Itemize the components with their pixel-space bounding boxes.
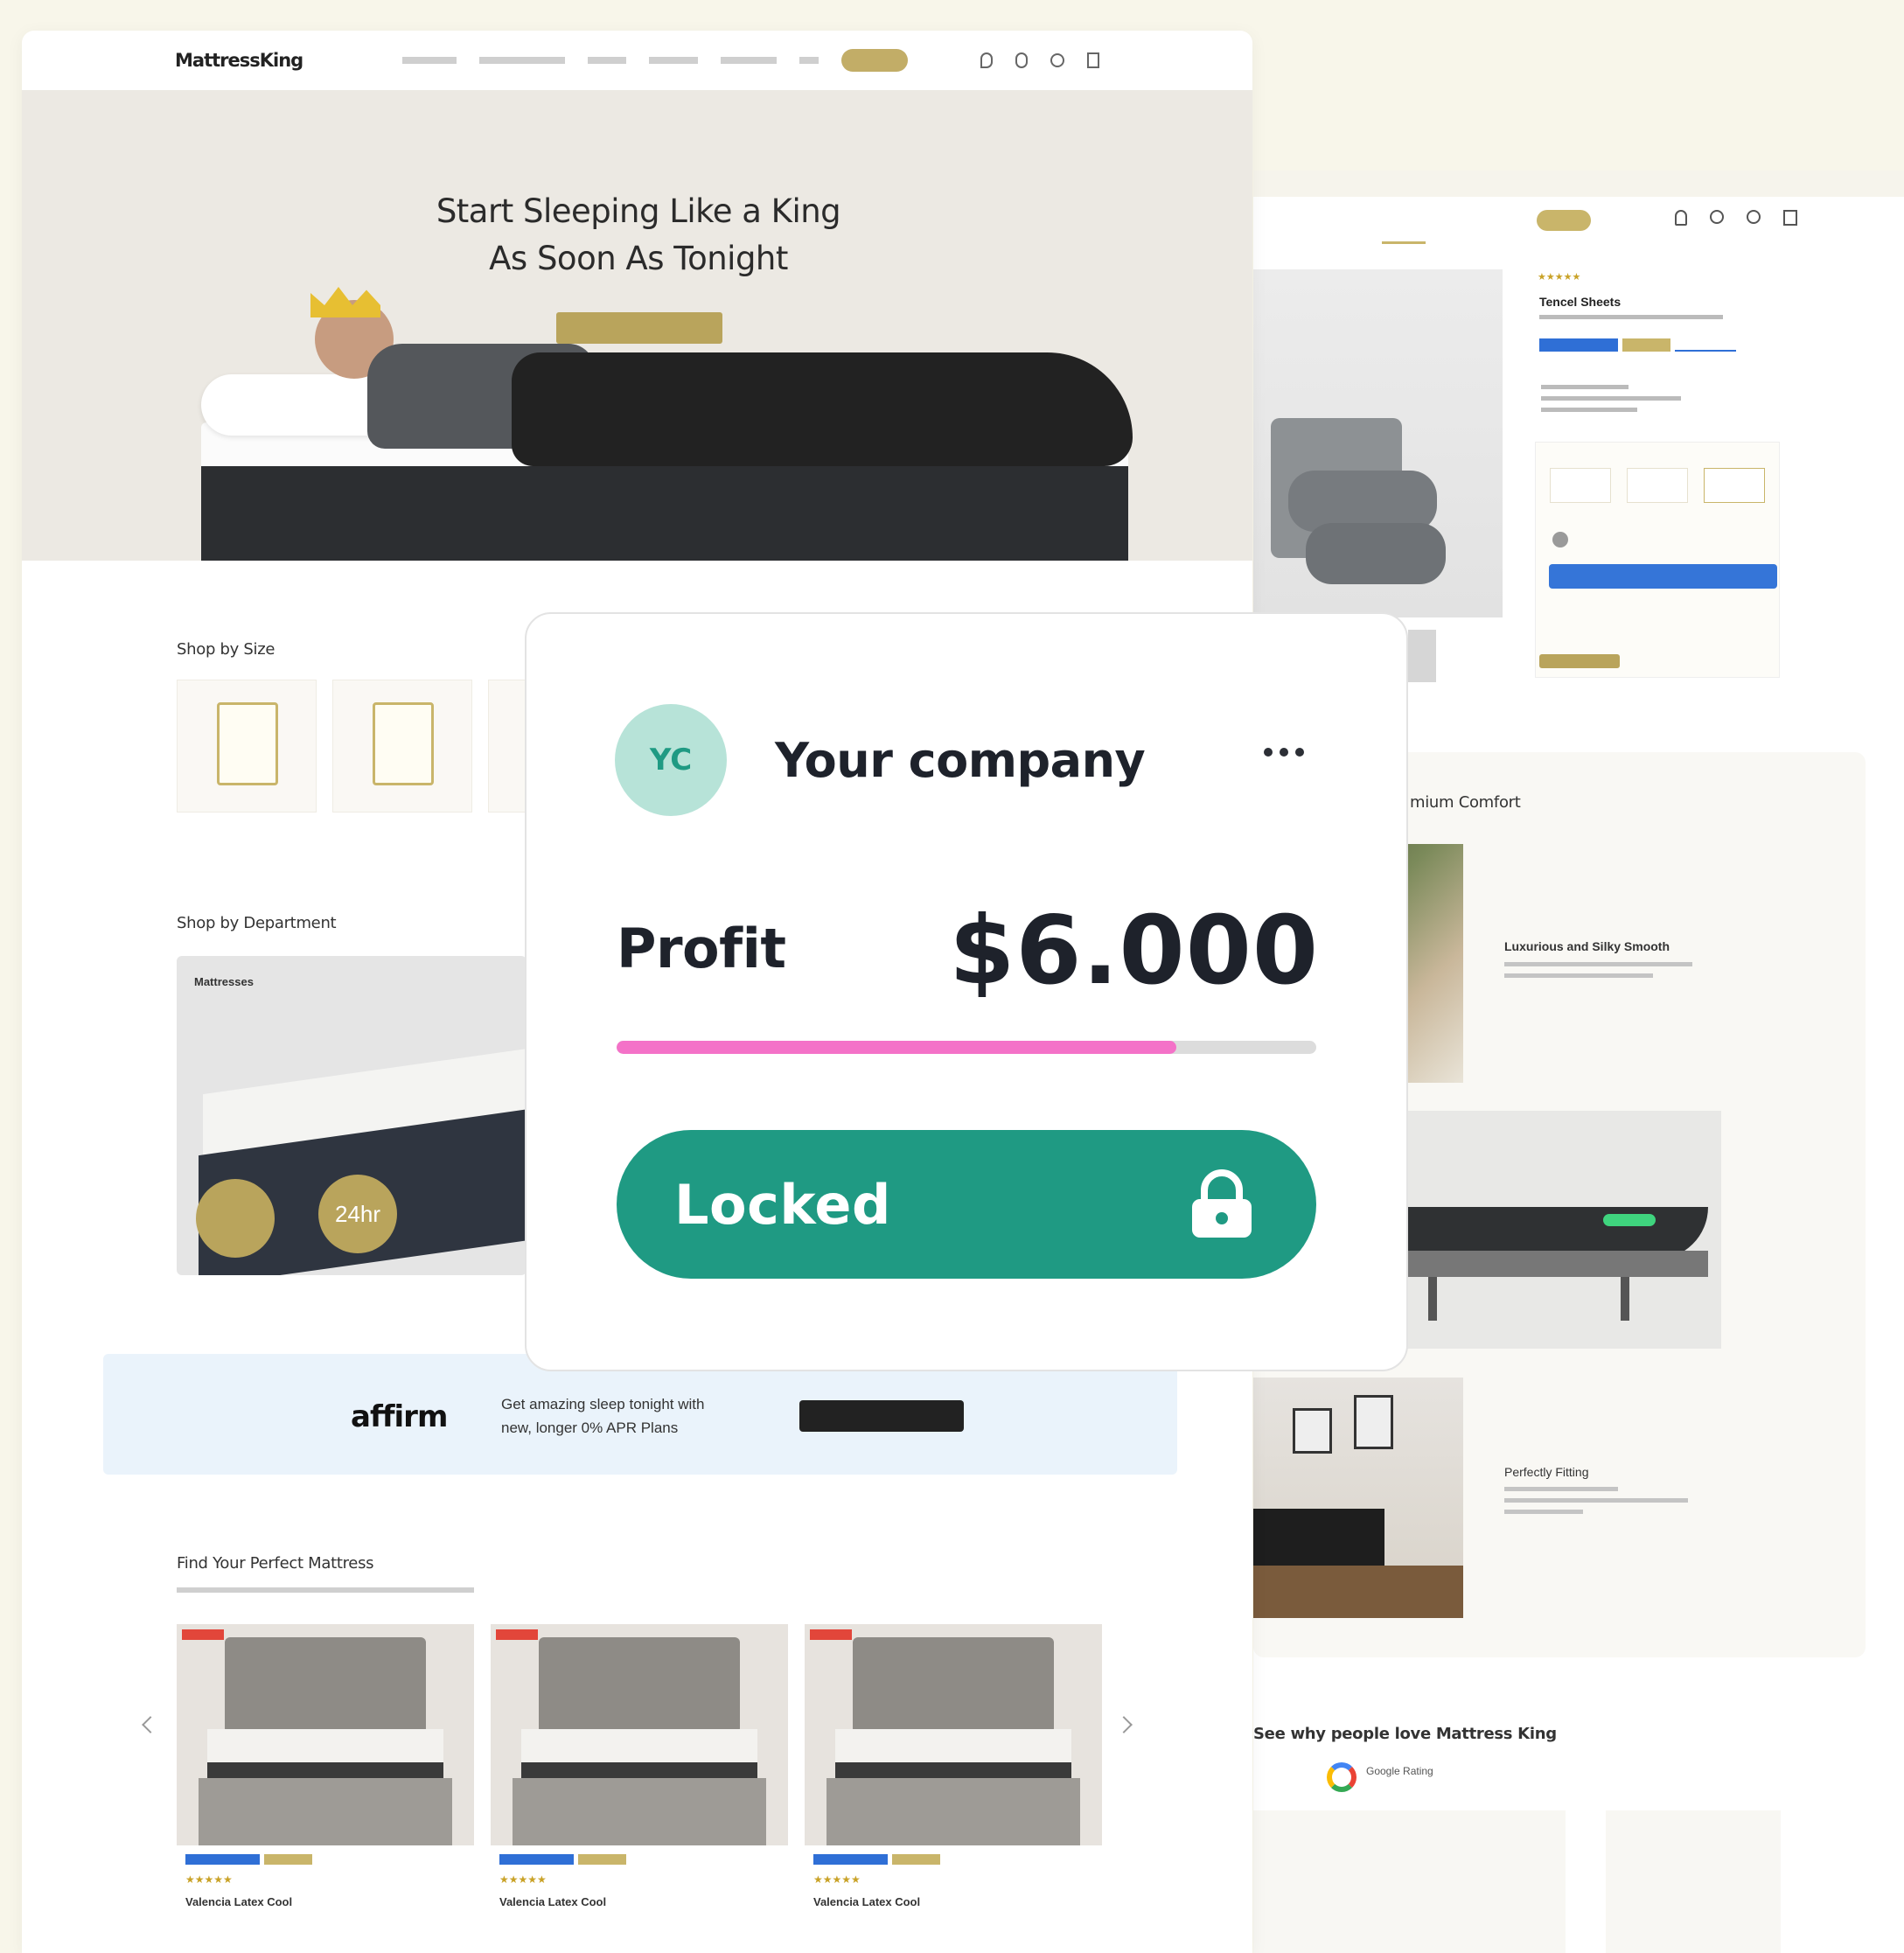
affirm-product-bar[interactable] [1539, 654, 1620, 668]
locked-button-label: Locked [674, 1172, 891, 1237]
size-option-row[interactable] [1550, 468, 1765, 503]
affirm-button[interactable] [799, 1400, 964, 1432]
comfort-feature-1-title: Luxurious and Silky Smooth [1504, 939, 1670, 953]
right-nav-cta[interactable] [1537, 210, 1591, 231]
product-badges [1539, 338, 1736, 352]
locked-button[interactable]: Locked [617, 1130, 1316, 1279]
more-horizontal-icon[interactable] [1264, 748, 1304, 757]
product-badges [813, 1854, 940, 1865]
trial-badge [196, 1179, 275, 1258]
product-features [1541, 385, 1681, 412]
profit-progress-bar [617, 1041, 1316, 1054]
size-option[interactable] [1627, 468, 1688, 503]
mattressking-logo[interactable]: MattressKing [175, 50, 303, 71]
review-card [1606, 1810, 1781, 1953]
product-image[interactable] [177, 1624, 474, 1845]
product-description [1539, 315, 1723, 319]
delivery-badge: 24hr [318, 1175, 397, 1253]
left-nav: MattressKing [22, 31, 1252, 90]
product-rating-stars: ★★★★★ [813, 1873, 861, 1886]
nav-link[interactable] [649, 57, 699, 64]
review-card [1253, 1810, 1415, 1953]
hero-cta-button[interactable] [556, 312, 722, 344]
profit-progress-fill [617, 1041, 1176, 1054]
comfort-feature-2-title: Perfectly Fitting [1504, 1465, 1589, 1479]
shop-by-department-title: Shop by Department [177, 914, 337, 932]
reviews-title: See why people love Mattress King [1253, 1725, 1557, 1743]
heart-icon[interactable] [1710, 210, 1724, 224]
department-card-mattresses[interactable]: Mattresses 24hr [177, 956, 527, 1275]
search-icon[interactable] [1747, 210, 1761, 224]
search-icon[interactable] [1050, 53, 1064, 67]
product-thumbnail[interactable] [1408, 630, 1436, 682]
product-image[interactable] [491, 1624, 788, 1845]
google-icon [1327, 1762, 1357, 1792]
location-icon[interactable] [980, 52, 993, 68]
google-rating-label: Google Rating [1366, 1765, 1433, 1777]
product-card[interactable]: ★★★★★ Valencia Latex Cool [805, 1624, 1102, 1953]
nav-link[interactable] [721, 57, 778, 64]
product-image[interactable] [805, 1624, 1102, 1845]
nav-link[interactable] [799, 57, 819, 64]
nav-link[interactable] [479, 57, 566, 64]
product-card[interactable]: ★★★★★ Valencia Latex Cool [177, 1624, 474, 1953]
nav-link[interactable] [588, 57, 627, 64]
comfort-title: mium Comfort [1410, 793, 1521, 812]
product-rating-stars: ★★★★★ [499, 1873, 547, 1886]
nav-cta-button[interactable] [841, 49, 909, 72]
comfort-feature-1-text [1504, 962, 1692, 978]
nav-link[interactable] [402, 57, 457, 64]
affirm-banner: affirm Get amazing sleep tonight with ne… [103, 1354, 1177, 1475]
bedroom-image [1253, 1378, 1463, 1618]
product-badges [185, 1854, 312, 1865]
product-card[interactable]: ★★★★★ Valencia Latex Cool [491, 1624, 788, 1953]
hero-title: Start Sleeping Like a King As Soon As To… [436, 192, 841, 277]
lock-icon [1192, 1169, 1252, 1238]
product-name: Valencia Latex Cool [185, 1895, 293, 1908]
avatar: YC [615, 704, 727, 816]
size-card-queen[interactable] [488, 680, 527, 813]
product-rating-stars: ★★★★★ [1538, 272, 1581, 282]
product-badges [499, 1854, 626, 1865]
cart-icon[interactable] [1087, 52, 1099, 68]
size-card-twin[interactable] [177, 680, 317, 813]
find-mattress-subtitle [177, 1587, 474, 1593]
product-rating-stars: ★★★★★ [185, 1873, 233, 1886]
product-image-sheets[interactable] [1253, 269, 1503, 617]
right-nav-underline [1382, 241, 1426, 244]
size-option[interactable] [1704, 468, 1765, 503]
left-page-topbar [179, 10, 1080, 24]
shop-by-size-title: Shop by Size [177, 640, 275, 659]
size-option[interactable] [1550, 468, 1611, 503]
find-mattress-title: Find Your Perfect Mattress [177, 1554, 374, 1573]
affirm-logo: affirm [351, 1399, 448, 1434]
product-title: Tencel Sheets [1539, 295, 1622, 309]
department-card-title: Mattresses [194, 975, 254, 988]
company-name: Your company [775, 733, 1146, 788]
profit-value: $6.000 [949, 896, 1319, 1006]
account-icon[interactable] [1015, 52, 1028, 68]
right-nav-icons[interactable] [1675, 210, 1797, 226]
comfort-feature-2-text [1504, 1487, 1688, 1514]
add-to-cart-button[interactable] [1549, 564, 1777, 589]
product-name: Valencia Latex Cool [499, 1895, 607, 1908]
review-card [1408, 1810, 1566, 1953]
product-name: Valencia Latex Cool [813, 1895, 921, 1908]
profit-label: Profit [617, 917, 786, 980]
affirm-text: Get amazing sleep tonight with new, long… [501, 1396, 705, 1436]
color-swatch[interactable] [1552, 532, 1568, 548]
right-page-topbar [1253, 171, 1904, 197]
cart-icon[interactable] [1783, 210, 1797, 226]
size-card-full[interactable] [332, 680, 472, 813]
account-icon[interactable] [1675, 210, 1687, 226]
